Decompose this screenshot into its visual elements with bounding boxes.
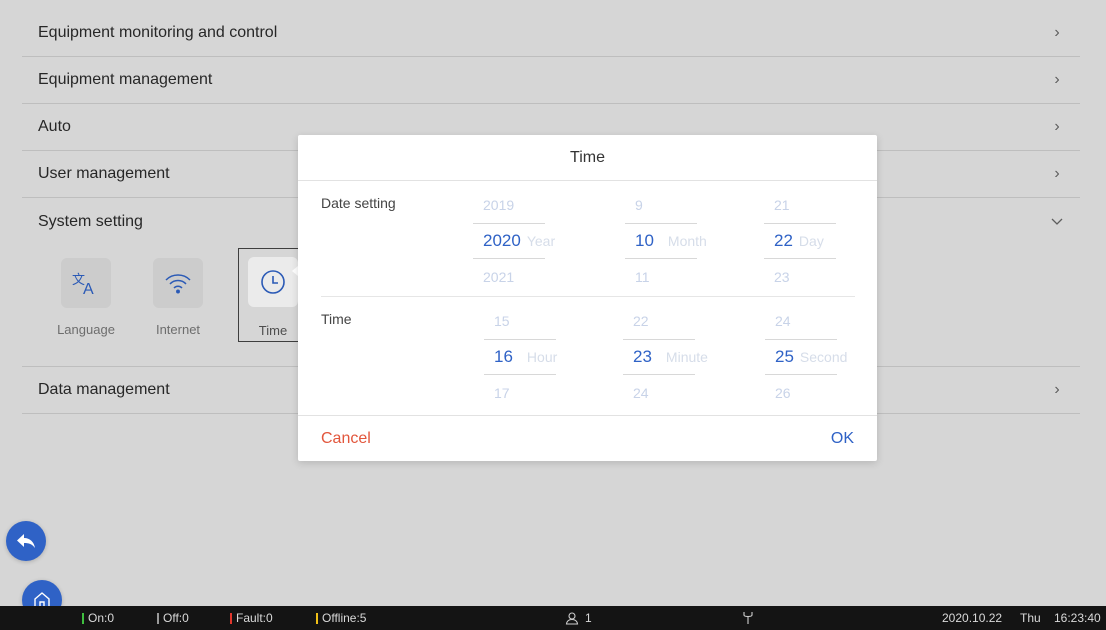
- second-next[interactable]: 26: [775, 375, 895, 411]
- minute-unit: Minute: [665, 349, 708, 365]
- offline-indicator: [316, 612, 318, 624]
- menu-item-label: Data management: [38, 381, 170, 398]
- internet-option[interactable]: Internet: [132, 258, 224, 352]
- hour-value: 16: [494, 347, 513, 366]
- day-picker[interactable]: 21 22 Day 23: [764, 187, 894, 295]
- month-next[interactable]: 11: [635, 259, 755, 295]
- chevron-right-icon: ›: [1054, 24, 1060, 41]
- status-off-text: Off:0: [163, 611, 189, 625]
- language-icon: 文 A: [61, 258, 111, 308]
- language-label: Language: [57, 322, 115, 337]
- status-users-count: 1: [585, 611, 592, 625]
- hour-prev[interactable]: 15: [494, 303, 614, 339]
- dialog-title: Time: [298, 135, 877, 181]
- year-next[interactable]: 2021: [483, 259, 603, 295]
- year-unit: Year: [526, 233, 556, 249]
- menu-item-label: User management: [38, 165, 170, 182]
- month-value: 10: [635, 231, 654, 250]
- chevron-down-icon: [1050, 213, 1064, 231]
- minute-prev[interactable]: 22: [633, 303, 753, 339]
- off-indicator: [157, 612, 159, 624]
- year-prev[interactable]: 2019: [483, 187, 603, 223]
- menu-item-label: Equipment management: [38, 71, 213, 88]
- antenna-icon: [743, 611, 753, 625]
- day-unit: Day: [798, 233, 824, 249]
- year-selected[interactable]: 2020 Year: [473, 223, 603, 259]
- ok-button[interactable]: OK: [831, 430, 854, 448]
- svg-text:A: A: [83, 281, 94, 296]
- status-fault: Fault:0: [230, 611, 273, 625]
- chevron-right-icon: ›: [1054, 118, 1060, 135]
- hour-picker[interactable]: 15 16 Hour 17: [484, 303, 614, 411]
- year-value: 2020: [483, 231, 521, 250]
- status-weekday: Thu: [1020, 611, 1041, 625]
- date-setting-label: Date setting: [321, 195, 396, 211]
- second-picker[interactable]: 24 25 Second 26: [765, 303, 895, 411]
- minute-next[interactable]: 24: [633, 375, 753, 411]
- system-setting-options: 文 A Language Internet Time: [40, 248, 308, 352]
- day-selected[interactable]: 22 Day: [764, 223, 894, 259]
- language-option[interactable]: 文 A Language: [40, 258, 132, 352]
- menu-item-label: Auto: [38, 118, 71, 135]
- status-offline: Offline:5: [316, 611, 366, 625]
- day-prev[interactable]: 21: [774, 187, 894, 223]
- status-weekday-text: Thu: [1020, 611, 1041, 625]
- time-dialog: Time Date setting 2019 2020 Year 2021 9 …: [298, 135, 877, 461]
- day-next[interactable]: 23: [774, 259, 894, 295]
- chevron-right-icon: ›: [1054, 381, 1060, 398]
- second-unit: Second: [799, 349, 848, 365]
- user-icon: [565, 612, 579, 625]
- wifi-icon: [153, 258, 203, 308]
- year-picker[interactable]: 2019 2020 Year 2021: [473, 187, 603, 295]
- status-time-text: 16:23:40: [1054, 611, 1101, 625]
- internet-label: Internet: [155, 322, 201, 337]
- hour-selected[interactable]: 16 Hour: [484, 339, 614, 375]
- clock-icon: [248, 257, 298, 307]
- status-offline-text: Offline:5: [322, 611, 367, 625]
- back-button[interactable]: [6, 521, 46, 561]
- dialog-footer: Cancel OK: [298, 415, 877, 461]
- status-time: 16:23:40: [1054, 611, 1101, 625]
- menu-item-label: System setting: [38, 212, 143, 230]
- status-date-text: 2020.10.22: [942, 611, 1003, 625]
- month-selected[interactable]: 10 Month: [625, 223, 755, 259]
- minute-value: 23: [633, 347, 652, 366]
- on-indicator: [82, 612, 84, 624]
- status-users: 1: [565, 611, 592, 625]
- hour-unit: Hour: [526, 349, 558, 365]
- status-off: Off:0: [157, 611, 189, 625]
- time-setting-section: Time 15 16 Hour 17 22 23 Minute 24 24 25…: [298, 297, 877, 413]
- hour-next[interactable]: 17: [494, 375, 614, 411]
- minute-selected[interactable]: 23 Minute: [623, 339, 753, 375]
- menu-item-label: Equipment monitoring and control: [38, 24, 278, 41]
- menu-item-equipment-monitoring[interactable]: Equipment monitoring and control ›: [22, 10, 1080, 57]
- month-prev[interactable]: 9: [635, 187, 755, 223]
- chevron-right-icon: ›: [1054, 71, 1060, 88]
- menu-item-equipment-management[interactable]: Equipment management ›: [22, 57, 1080, 104]
- status-bar: On:0 Off:0 Fault:0 Offline:5 1 2020.10.2…: [0, 606, 1106, 630]
- minute-picker[interactable]: 22 23 Minute 24: [623, 303, 753, 411]
- date-setting-section: Date setting 2019 2020 Year 2021 9 10 Mo…: [298, 181, 877, 297]
- fault-indicator: [230, 612, 232, 624]
- second-selected[interactable]: 25 Second: [765, 339, 895, 375]
- status-on: On:0: [82, 611, 114, 625]
- month-picker[interactable]: 9 10 Month 11: [625, 187, 755, 295]
- cancel-button[interactable]: Cancel: [321, 430, 371, 448]
- second-value: 25: [775, 347, 794, 366]
- second-prev[interactable]: 24: [775, 303, 895, 339]
- back-arrow-icon: [17, 534, 35, 548]
- month-unit: Month: [667, 233, 707, 249]
- time-label: Time: [258, 323, 288, 338]
- status-fault-text: Fault:0: [236, 611, 273, 625]
- status-date: 2020.10.22: [942, 611, 1002, 625]
- status-on-text: On:0: [88, 611, 115, 625]
- time-setting-label: Time: [321, 311, 352, 327]
- day-value: 22: [774, 231, 793, 250]
- chevron-right-icon: ›: [1054, 165, 1060, 182]
